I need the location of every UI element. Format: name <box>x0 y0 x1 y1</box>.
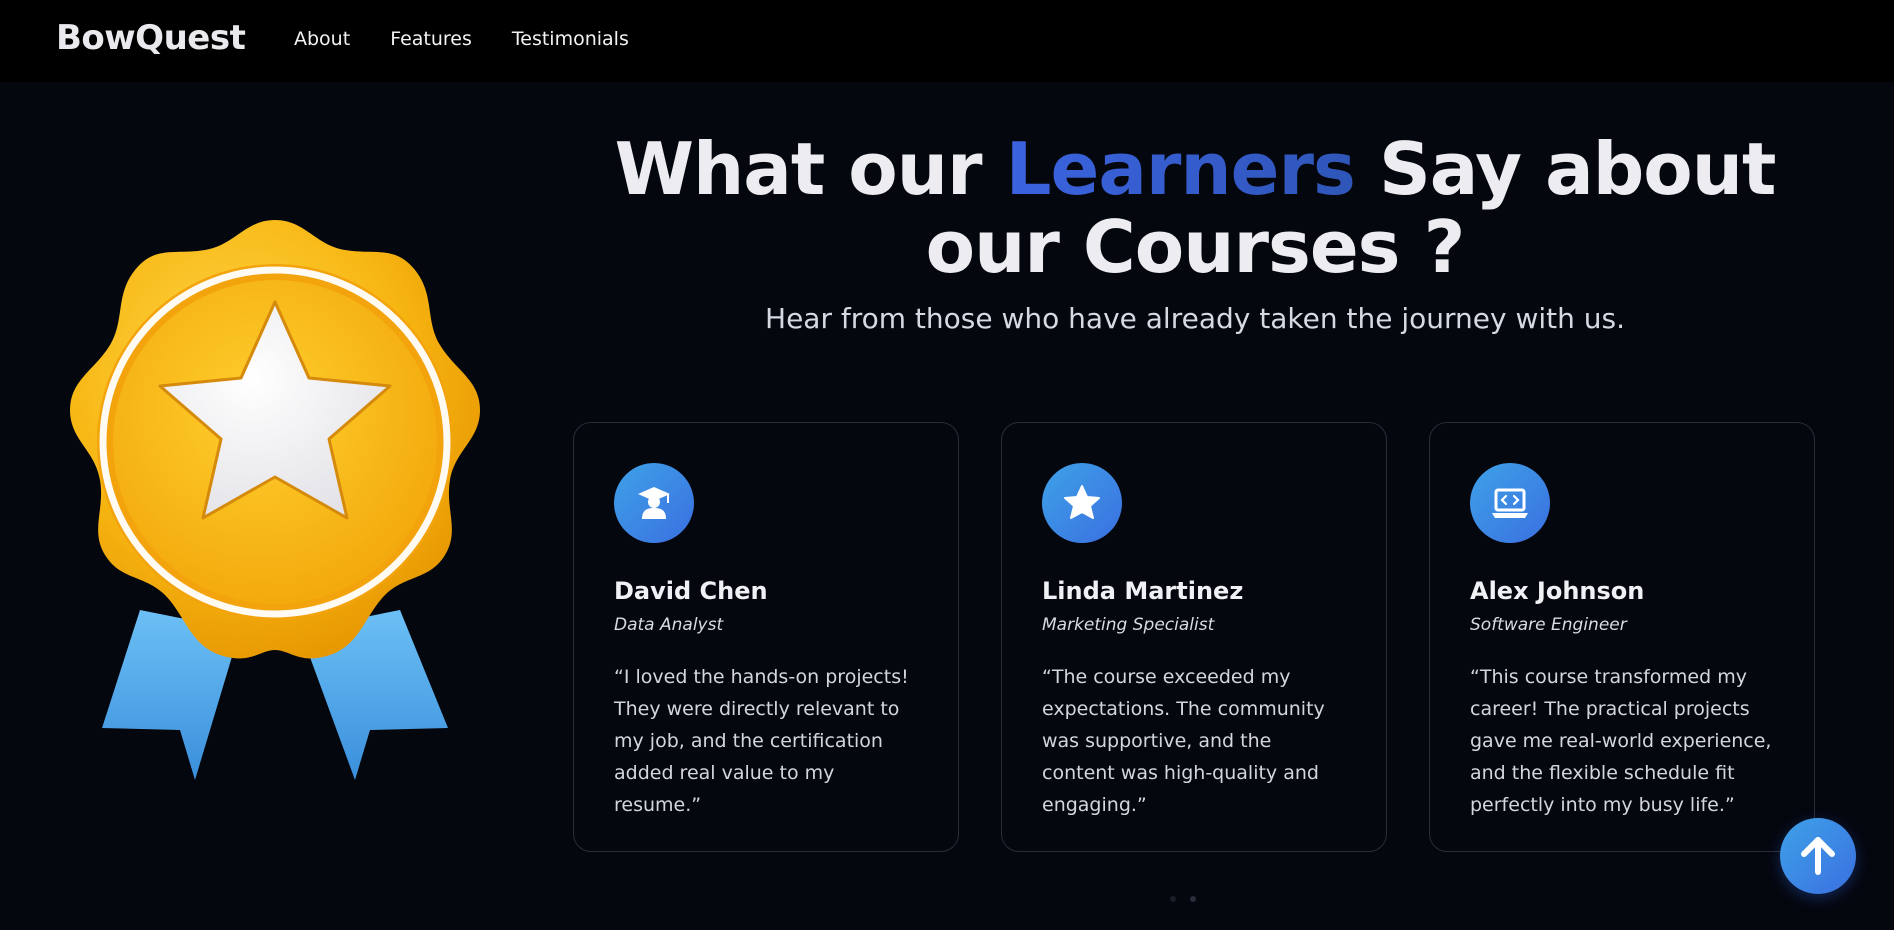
testimonial-quote: “This course transformed my career! The … <box>1470 666 1772 816</box>
navbar: BowQuest About Features Testimonials <box>0 0 1894 82</box>
arrow-up-icon <box>1801 837 1835 875</box>
testimonial-quote: “I loved the hands-on projects! They wer… <box>614 666 909 816</box>
testimonial-card: Alex Johnson Software Engineer “This cou… <box>1429 422 1815 852</box>
medal-illustration <box>70 220 480 780</box>
title-accent: Learners <box>1005 127 1356 211</box>
star-icon <box>1042 463 1122 543</box>
brand-logo[interactable]: BowQuest <box>56 18 246 58</box>
nav-link-testimonials[interactable]: Testimonials <box>512 28 629 50</box>
section-title: What our Learners Say about our Courses … <box>570 130 1820 286</box>
nav-link-about[interactable]: About <box>294 28 350 50</box>
testimonial-name: David Chen <box>614 577 768 605</box>
nav-link-features[interactable]: Features <box>390 28 472 50</box>
testimonial-role: Software Engineer <box>1470 615 1627 635</box>
testimonial-role: Marketing Specialist <box>1042 615 1215 635</box>
testimonial-role: Data Analyst <box>614 615 724 635</box>
testimonial-card: Linda Martinez Marketing Specialist “The… <box>1001 422 1387 852</box>
title-prefix: What our <box>614 127 1006 211</box>
laptop-code-icon <box>1470 463 1550 543</box>
carousel-dot[interactable] <box>1170 896 1176 902</box>
scroll-to-top-button[interactable] <box>1780 818 1856 894</box>
testimonial-quote: “The course exceeded my expectations. Th… <box>1042 666 1325 816</box>
testimonial-name: Linda Martinez <box>1042 577 1244 605</box>
testimonial-card: David Chen Data Analyst “I loved the han… <box>573 422 959 852</box>
main-nav: About Features Testimonials <box>294 28 629 50</box>
carousel-dots <box>1170 896 1196 902</box>
graduate-icon <box>614 463 694 543</box>
carousel-dot-active[interactable] <box>1190 896 1196 902</box>
testimonial-name: Alex Johnson <box>1470 577 1645 605</box>
section-subtitle: Hear from those who have already taken t… <box>765 302 1625 335</box>
